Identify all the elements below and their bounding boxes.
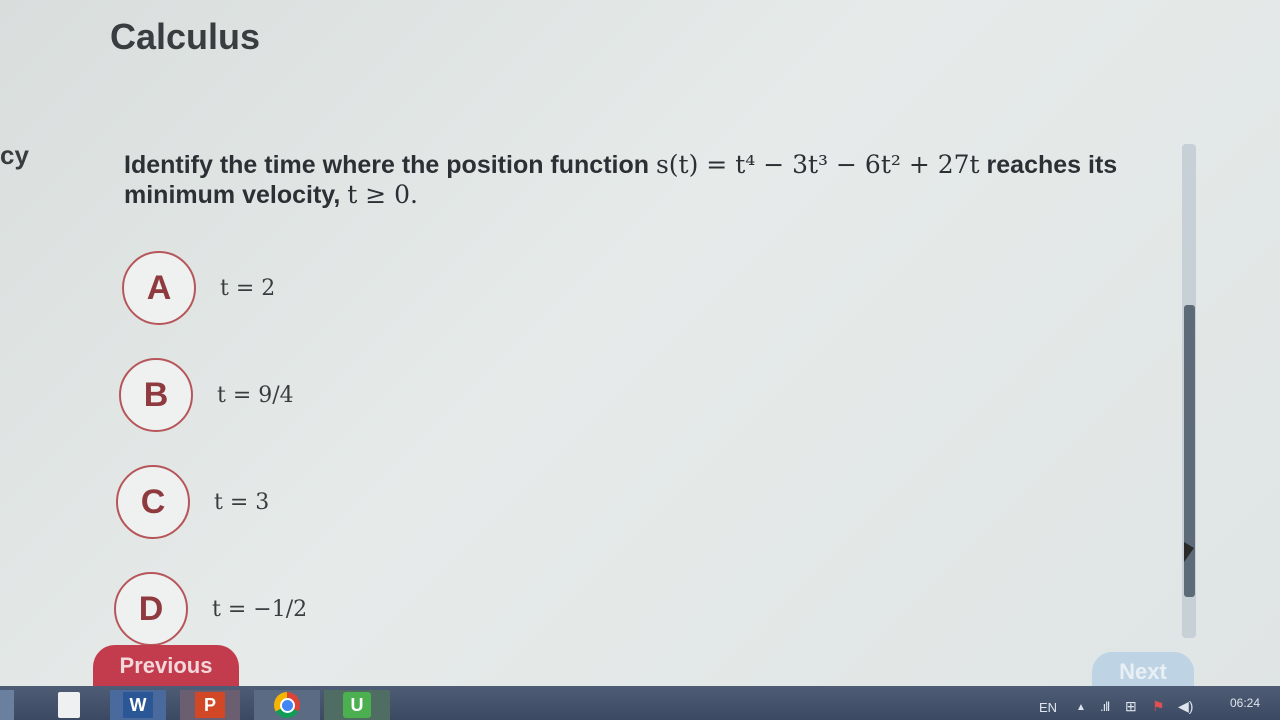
action-center-flag-icon[interactable]: ⚑: [1152, 698, 1165, 715]
language-indicator[interactable]: EN: [1039, 700, 1057, 715]
network-icon[interactable]: ⊞: [1125, 698, 1137, 715]
option-b[interactable]: B t = 9/4: [119, 358, 294, 432]
previous-button[interactable]: Previous: [93, 645, 239, 691]
volume-icon[interactable]: ◀): [1178, 698, 1193, 715]
question-text: Identify the time where the position fun…: [124, 150, 1164, 210]
u-app-icon[interactable]: U: [324, 690, 390, 720]
powerpoint-icon[interactable]: P: [180, 690, 240, 720]
option-letter[interactable]: D: [114, 572, 188, 646]
option-value: t = 3: [214, 489, 270, 515]
position-function-formula: s(t) = t⁴ − 3t³ − 6t² + 27t: [655, 150, 980, 179]
question-text-before: Identify the time where the position fun…: [124, 151, 656, 179]
start-button[interactable]: [0, 690, 14, 720]
clock[interactable]: 06:24: [1230, 696, 1260, 710]
option-c[interactable]: C t = 3: [116, 465, 269, 539]
chrome-icon[interactable]: [254, 690, 320, 720]
file-sheet: [58, 692, 80, 718]
option-letter[interactable]: A: [122, 251, 196, 325]
powerpoint-glyph: P: [195, 692, 225, 718]
mouse-cursor-icon: [1184, 542, 1194, 562]
option-d[interactable]: D t = −1/2: [114, 572, 307, 646]
file-icon[interactable]: [56, 690, 82, 720]
option-value: t = 9/4: [217, 382, 294, 408]
u-app-glyph: U: [343, 692, 371, 718]
tray-expand-icon[interactable]: ▲: [1076, 702, 1086, 713]
question-condition: t ≥ 0.: [347, 180, 418, 209]
word-icon[interactable]: W: [110, 690, 166, 720]
option-letter[interactable]: C: [116, 465, 190, 539]
option-value: t = 2: [220, 275, 276, 301]
option-value: t = −1/2: [212, 596, 308, 622]
word-glyph: W: [123, 692, 153, 718]
option-letter[interactable]: B: [119, 358, 193, 432]
option-a[interactable]: A t = 2: [122, 251, 275, 325]
page-title: Calculus: [110, 16, 261, 57]
sidebar-label-fragment[interactable]: cy: [0, 140, 29, 171]
signal-icon[interactable]: .ıll: [1100, 699, 1110, 714]
chrome-glyph: [274, 692, 300, 718]
